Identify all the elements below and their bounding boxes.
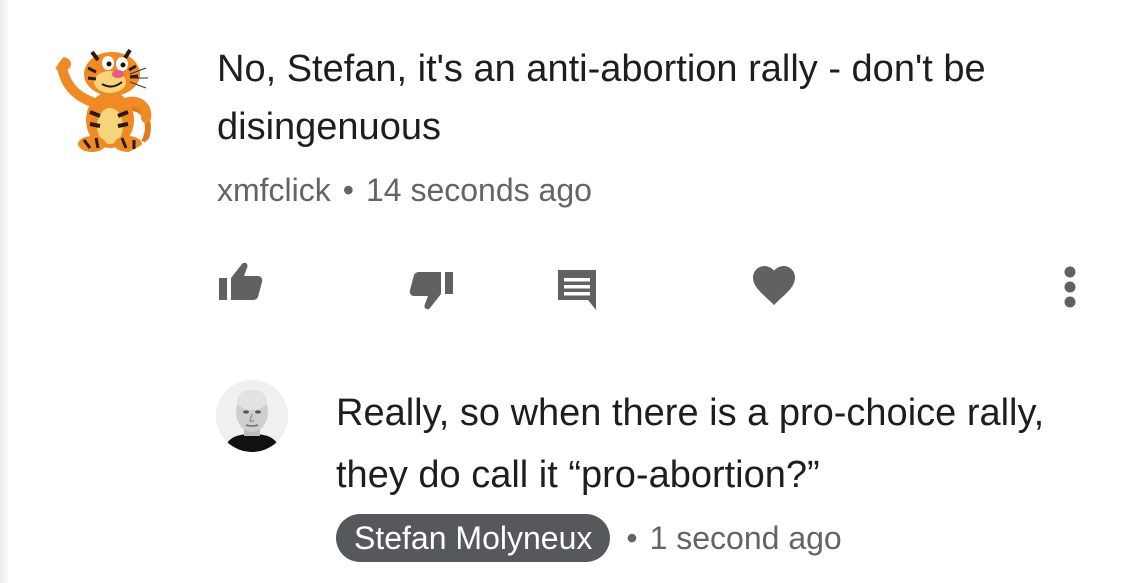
reply-timestamp: 1 second ago [649, 519, 842, 556]
dislike-button[interactable] [406, 264, 458, 316]
left-edge-shadow [0, 0, 10, 583]
comment-text: No, Stefan, it's an anti-abortion rally … [217, 48, 986, 148]
meta-separator: • [342, 172, 354, 208]
like-button[interactable] [214, 256, 266, 308]
commenter-avatar[interactable] [48, 38, 166, 156]
heart-icon [753, 266, 795, 305]
reply-button[interactable] [552, 264, 602, 314]
thumbs-up-icon [219, 262, 263, 300]
reply-meta: Stefan Molyneux • 1 second ago [336, 513, 842, 563]
comment-timestamp: 14 seconds ago [365, 172, 592, 208]
tiger-cartoon-avatar-icon [48, 38, 166, 156]
comment-icon [558, 270, 596, 310]
more-options-button[interactable] [1050, 262, 1090, 312]
comment-author[interactable]: xmfclick [217, 172, 331, 208]
reply-text: Really, so when there is a pro-choice ra… [336, 392, 1045, 496]
comment-meta: xmfclick • 14 seconds ago [217, 168, 592, 212]
thumbs-down-icon [409, 272, 453, 310]
reply-meta-separator: • [626, 519, 638, 556]
more-vertical-icon [1064, 266, 1076, 308]
person-photo-avatar-icon [216, 380, 288, 452]
reply-author-badge[interactable]: Stefan Molyneux [336, 514, 611, 562]
heart-button[interactable] [750, 262, 798, 310]
reply-author-avatar[interactable] [216, 380, 288, 452]
